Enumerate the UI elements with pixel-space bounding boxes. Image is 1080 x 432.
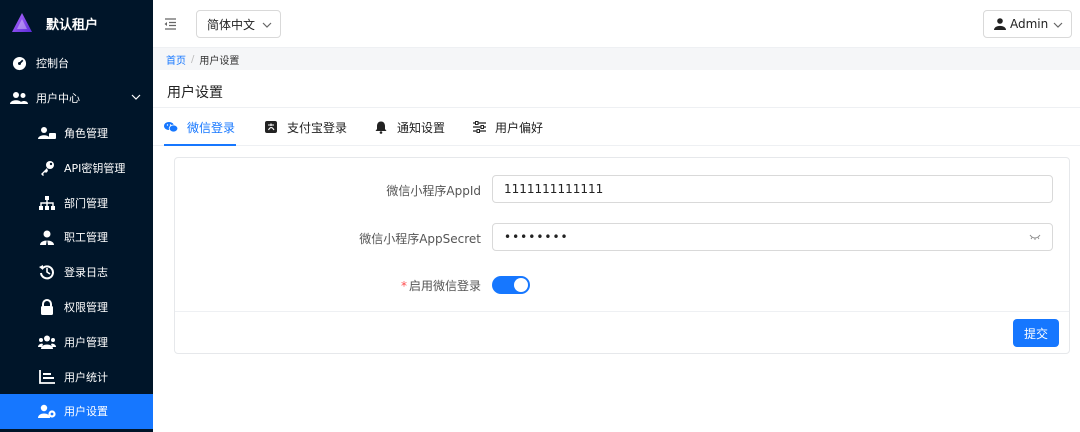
sidebar-item-label: 用户管理 bbox=[64, 335, 108, 349]
required-mark: * bbox=[400, 279, 407, 293]
user-settings-icon bbox=[38, 402, 56, 420]
wechat-icon bbox=[164, 120, 178, 134]
logo-icon bbox=[12, 13, 32, 32]
sidebar-item-user-settings[interactable]: 用户设置 bbox=[0, 393, 153, 429]
bar-chart-icon bbox=[38, 368, 56, 386]
sidebar-item-department[interactable]: 部门管理 bbox=[0, 185, 153, 220]
chevron-down-icon bbox=[262, 22, 272, 28]
sidebar-item-permission[interactable]: 权限管理 bbox=[0, 290, 153, 325]
sidebar-item-role-management[interactable]: 角色管理 bbox=[0, 116, 153, 151]
brand: 默认租户 bbox=[0, 0, 153, 46]
tab-label: 微信登录 bbox=[187, 120, 236, 135]
form-row-appid: 微信小程序AppId 1111111111111 bbox=[175, 175, 1071, 205]
tab-notification[interactable]: 通知设置 bbox=[374, 108, 445, 146]
enable-label: * 启用微信登录 bbox=[401, 277, 481, 294]
sliders-icon bbox=[472, 120, 486, 134]
appid-label: 微信小程序AppId bbox=[386, 184, 481, 198]
wechat-settings-form: 微信小程序AppId 1111111111111 微信小程序AppSecret … bbox=[174, 157, 1070, 354]
sidebar-item-label: 登录日志 bbox=[64, 266, 108, 280]
dashboard-icon bbox=[10, 54, 28, 72]
history-icon bbox=[38, 263, 56, 281]
form-row-enable: * 启用微信登录 bbox=[175, 270, 1071, 300]
sidebar-item-login-log[interactable]: 登录日志 bbox=[0, 255, 153, 290]
tab-user-preferences[interactable]: 用户偏好 bbox=[472, 108, 543, 146]
user-group-icon bbox=[38, 333, 56, 351]
sidebar-item-user-center[interactable]: 用户中心 bbox=[0, 81, 153, 116]
breadcrumb: 首页 / 用户设置 bbox=[166, 50, 239, 68]
divider bbox=[175, 311, 1069, 312]
enable-label-text: 启用微信登录 bbox=[408, 279, 481, 293]
appid-value: 1111111111111 bbox=[504, 182, 604, 196]
sidebar-item-label: 用户统计 bbox=[64, 370, 108, 384]
form-row-appsecret: 微信小程序AppSecret •••••••• bbox=[175, 223, 1071, 253]
sidebar-item-label: 部门管理 bbox=[64, 196, 108, 210]
sidebar-item-label: 职工管理 bbox=[64, 231, 108, 245]
lock-icon bbox=[38, 298, 56, 316]
submit-button[interactable]: 提交 bbox=[1013, 319, 1059, 347]
alipay-icon bbox=[264, 120, 278, 134]
appsecret-value: •••••••• bbox=[504, 230, 569, 244]
user-icon bbox=[994, 18, 1006, 30]
breadcrumb-home[interactable]: 首页 bbox=[166, 52, 186, 67]
language-select[interactable]: 简体中文 bbox=[196, 10, 281, 38]
sidebar-item-user-stats[interactable]: 用户统计 bbox=[0, 359, 153, 394]
user-name: Admin bbox=[1010, 17, 1049, 31]
enable-wechat-login-switch[interactable] bbox=[492, 276, 530, 294]
sidebar-item-employee[interactable]: 职工管理 bbox=[0, 220, 153, 255]
tab-label: 支付宝登录 bbox=[287, 120, 348, 135]
language-value: 简体中文 bbox=[207, 17, 256, 32]
chevron-down-icon bbox=[1053, 22, 1063, 28]
employee-icon bbox=[38, 228, 56, 246]
switch-knob bbox=[514, 278, 528, 292]
sidebar-item-label: 控制台 bbox=[36, 57, 69, 71]
sidebar: 默认租户 控制台 用户中心 角色管理 API密钥管理 部门管理 职工管理 登录日… bbox=[0, 0, 153, 432]
tab-label: 用户偏好 bbox=[495, 120, 544, 135]
sidebar-item-label: 用户设置 bbox=[64, 405, 108, 419]
brand-name: 默认租户 bbox=[46, 17, 99, 33]
appid-input[interactable]: 1111111111111 bbox=[492, 175, 1053, 203]
org-tree-icon bbox=[38, 194, 56, 212]
appsecret-input[interactable]: •••••••• bbox=[492, 223, 1053, 251]
bell-icon bbox=[374, 120, 388, 134]
tab-label: 通知设置 bbox=[397, 120, 446, 135]
tab-wechat-login[interactable]: 微信登录 bbox=[164, 108, 236, 146]
sidebar-item-label: 角色管理 bbox=[64, 126, 108, 140]
role-icon bbox=[38, 124, 56, 142]
sidebar-item-dashboard[interactable]: 控制台 bbox=[0, 46, 153, 81]
page-header: 用户设置 bbox=[153, 70, 1080, 108]
chevron-down-icon bbox=[131, 94, 141, 100]
sidebar-item-label: 权限管理 bbox=[64, 300, 108, 314]
tab-alipay-login[interactable]: 支付宝登录 bbox=[264, 108, 347, 146]
breadcrumb-current: 用户设置 bbox=[199, 55, 240, 67]
key-icon bbox=[38, 159, 56, 177]
users-icon bbox=[10, 89, 28, 107]
sidebar-item-api-keys[interactable]: API密钥管理 bbox=[0, 150, 153, 185]
sidebar-item-label: 用户中心 bbox=[36, 92, 80, 106]
eye-invisible-icon[interactable] bbox=[1029, 232, 1041, 242]
appsecret-label: 微信小程序AppSecret bbox=[359, 232, 481, 246]
user-menu-button[interactable]: Admin bbox=[983, 10, 1072, 38]
sidebar-item-user-management[interactable]: 用户管理 bbox=[0, 324, 153, 359]
top-header: 简体中文 Admin bbox=[153, 0, 1080, 48]
sidebar-item-label: API密钥管理 bbox=[64, 161, 126, 175]
breadcrumb-separator: / bbox=[191, 53, 195, 65]
settings-tabs: 微信登录 支付宝登录 通知设置 用户偏好 bbox=[153, 108, 1080, 146]
page-title: 用户设置 bbox=[167, 85, 223, 101]
menu-fold-icon[interactable] bbox=[161, 15, 179, 33]
